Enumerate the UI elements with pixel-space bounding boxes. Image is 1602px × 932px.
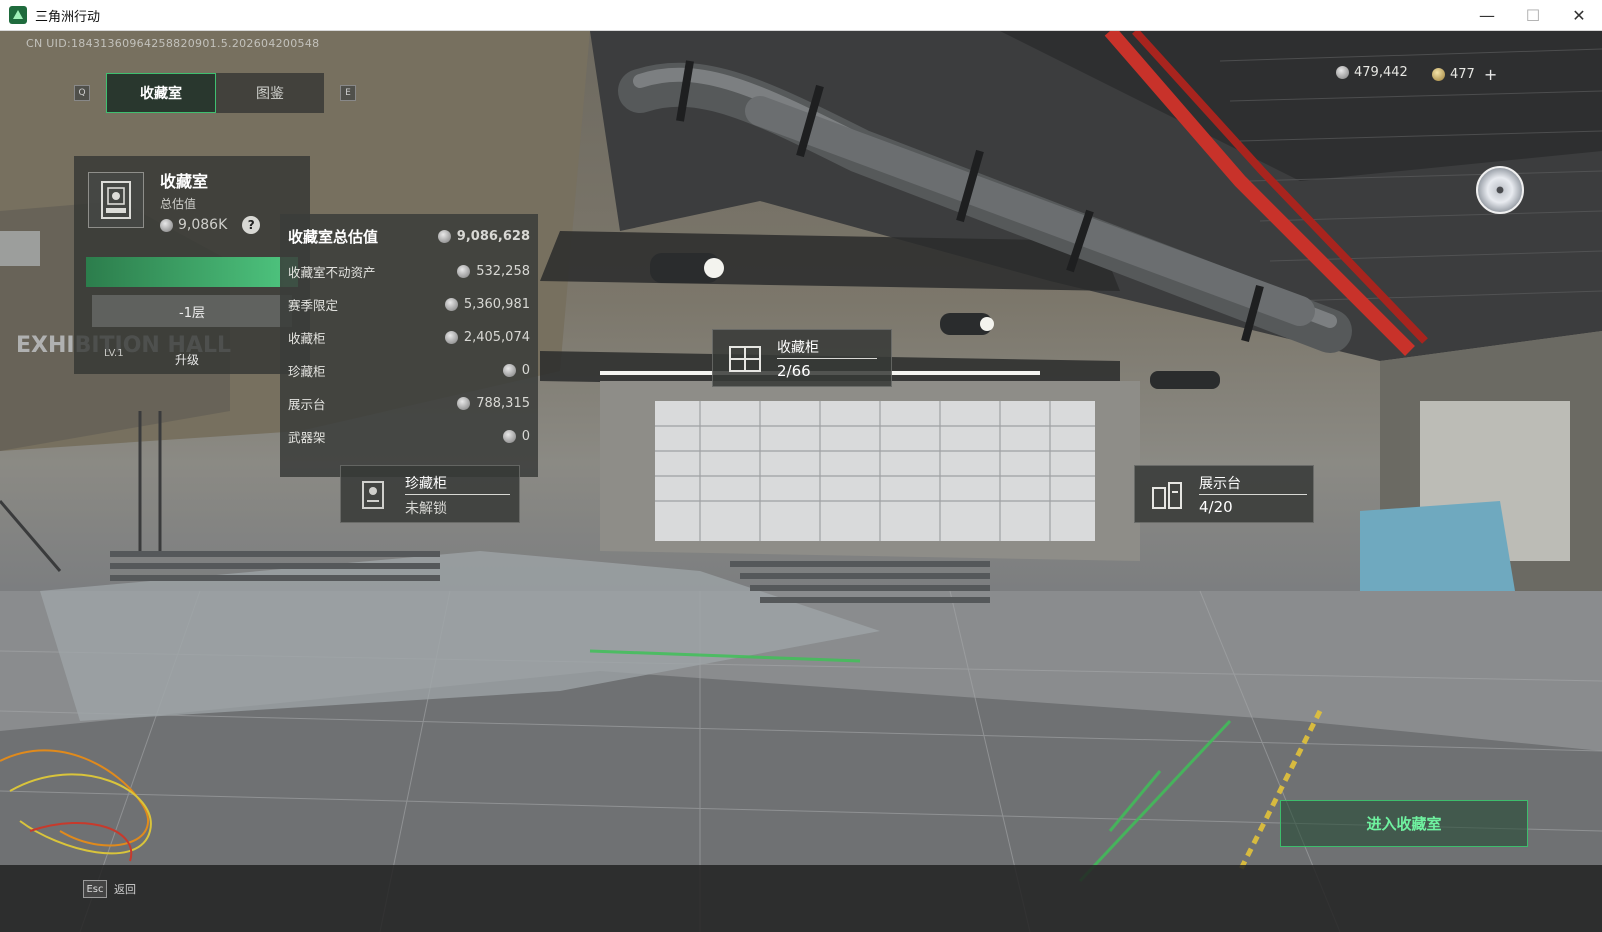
treasure-cabinet-title: 珍藏柜 bbox=[405, 476, 447, 492]
gold-coin-icon bbox=[1432, 68, 1445, 81]
value-row-label: 武器架 bbox=[288, 430, 326, 445]
cabinet-count: 2/66 bbox=[777, 362, 811, 380]
close-button[interactable]: ✕ bbox=[1556, 0, 1602, 31]
upgrade-label[interactable]: 升级 bbox=[175, 351, 199, 368]
value-row-label: 收藏室不动资产 bbox=[288, 265, 376, 280]
tab-catalog[interactable]: 图鉴 bbox=[216, 73, 324, 113]
value-row-amount: 0 bbox=[521, 429, 530, 444]
window-controls: — ☐ ✕ bbox=[1464, 0, 1602, 31]
bottom-bar bbox=[0, 865, 1602, 932]
back-label[interactable]: 返回 bbox=[114, 881, 136, 897]
silver-currency: 479,442 bbox=[1336, 65, 1408, 80]
coin-icon bbox=[444, 331, 458, 344]
coin-icon bbox=[437, 230, 451, 243]
room-name: 收藏室 bbox=[160, 172, 209, 191]
value-row-label: 展示台 bbox=[288, 397, 326, 412]
minimize-button[interactable]: — bbox=[1464, 0, 1510, 31]
value-row: 赛季限定 5,360,981 bbox=[288, 295, 530, 314]
disc-icon[interactable] bbox=[1476, 166, 1524, 214]
value-row: 珍藏柜 0 bbox=[288, 361, 530, 380]
value-row: 收藏柜 2,405,074 bbox=[288, 328, 530, 347]
value-row: 武器架 0 bbox=[288, 427, 530, 446]
window-titlebar: 三角洲行动 — ☐ ✕ bbox=[0, 0, 1602, 31]
value-row: 展示台 788,315 bbox=[288, 394, 530, 413]
tag-divider bbox=[1199, 494, 1307, 495]
room-value-amount: 9,086K bbox=[178, 217, 228, 233]
panel-title: 收藏室总估值 bbox=[288, 228, 379, 246]
window-title: 三角洲行动 bbox=[35, 9, 101, 25]
app-logo-icon bbox=[9, 6, 27, 24]
cabinet-title: 收藏柜 bbox=[777, 340, 819, 356]
value-row-label: 赛季限定 bbox=[288, 298, 339, 313]
coin-icon bbox=[457, 397, 471, 410]
tag-divider bbox=[777, 358, 877, 359]
cabinet-tag[interactable]: 收藏柜 2/66 bbox=[712, 329, 892, 387]
panel-total-value: 9,086,628 bbox=[456, 229, 530, 244]
value-row-amount: 2,405,074 bbox=[463, 330, 530, 345]
value-row: 收藏室不动资产 532,258 bbox=[288, 262, 530, 281]
main-tabs: 收藏室 图鉴 bbox=[106, 73, 324, 113]
coin-icon bbox=[444, 298, 458, 311]
game-scene: EXHIBITION HALL bbox=[0, 31, 1602, 932]
treasure-cabinet-status: 未解锁 bbox=[405, 501, 447, 517]
add-currency-button[interactable]: + bbox=[1484, 65, 1497, 84]
treasure-cabinet-icon bbox=[362, 481, 384, 509]
esc-key-hint[interactable]: Esc bbox=[83, 880, 107, 898]
tab-next-key-hint: E bbox=[340, 85, 356, 101]
room-subtitle: 总估值 bbox=[160, 197, 197, 211]
total-value-panel: 收藏室总估值 9,086,628 收藏室不动资产 532,258 赛季限定 5,… bbox=[280, 214, 538, 477]
silver-amount: 479,442 bbox=[1354, 65, 1408, 80]
upgrade-progress-bar[interactable] bbox=[86, 257, 298, 287]
coin-icon bbox=[160, 218, 173, 232]
cabinet-icon bbox=[729, 346, 761, 372]
room-total-value: 9,086K ? bbox=[160, 216, 261, 234]
coin-icon bbox=[457, 265, 471, 278]
value-row-amount: 788,315 bbox=[476, 396, 530, 411]
floor-selector-button[interactable]: -1层 bbox=[92, 295, 292, 327]
value-row-amount: 532,258 bbox=[476, 264, 530, 279]
tag-divider bbox=[405, 494, 510, 495]
value-row-label: 珍藏柜 bbox=[288, 364, 326, 379]
treasure-cabinet-tag[interactable]: 珍藏柜 未解锁 bbox=[340, 465, 520, 523]
trophy-case-icon bbox=[101, 181, 131, 219]
player-uid: CN UID:18431360964258820901.5.2026042005… bbox=[26, 37, 320, 50]
gold-amount: 477 bbox=[1450, 67, 1475, 82]
room-level: LV.1 bbox=[104, 348, 124, 359]
value-row-label: 收藏柜 bbox=[288, 331, 326, 346]
coin-icon bbox=[502, 364, 516, 377]
panel-header: 收藏室总估值 9,086,628 bbox=[288, 226, 530, 247]
room-badge bbox=[88, 172, 144, 228]
tab-prev-key-hint: Q bbox=[74, 85, 90, 101]
value-row-amount: 5,360,981 bbox=[463, 297, 530, 312]
display-stand-icon bbox=[1152, 482, 1182, 509]
help-icon[interactable]: ? bbox=[242, 216, 261, 234]
coin-icon bbox=[502, 430, 516, 443]
collection-room-card: LV.1 收藏室 总估值 9,086K ? -1层 升级 bbox=[74, 156, 310, 374]
tab-collection-room[interactable]: 收藏室 bbox=[106, 73, 216, 113]
enter-collection-room-button[interactable]: 进入收藏室 bbox=[1280, 800, 1528, 847]
display-stand-title: 展示台 bbox=[1199, 476, 1241, 492]
value-row-amount: 0 bbox=[521, 363, 530, 378]
display-stand-tag[interactable]: 展示台 4/20 bbox=[1134, 465, 1314, 523]
coin-icon bbox=[1336, 66, 1349, 79]
maximize-button[interactable]: ☐ bbox=[1510, 0, 1556, 31]
display-stand-count: 4/20 bbox=[1199, 498, 1233, 516]
gold-currency: 477 + bbox=[1432, 65, 1497, 84]
